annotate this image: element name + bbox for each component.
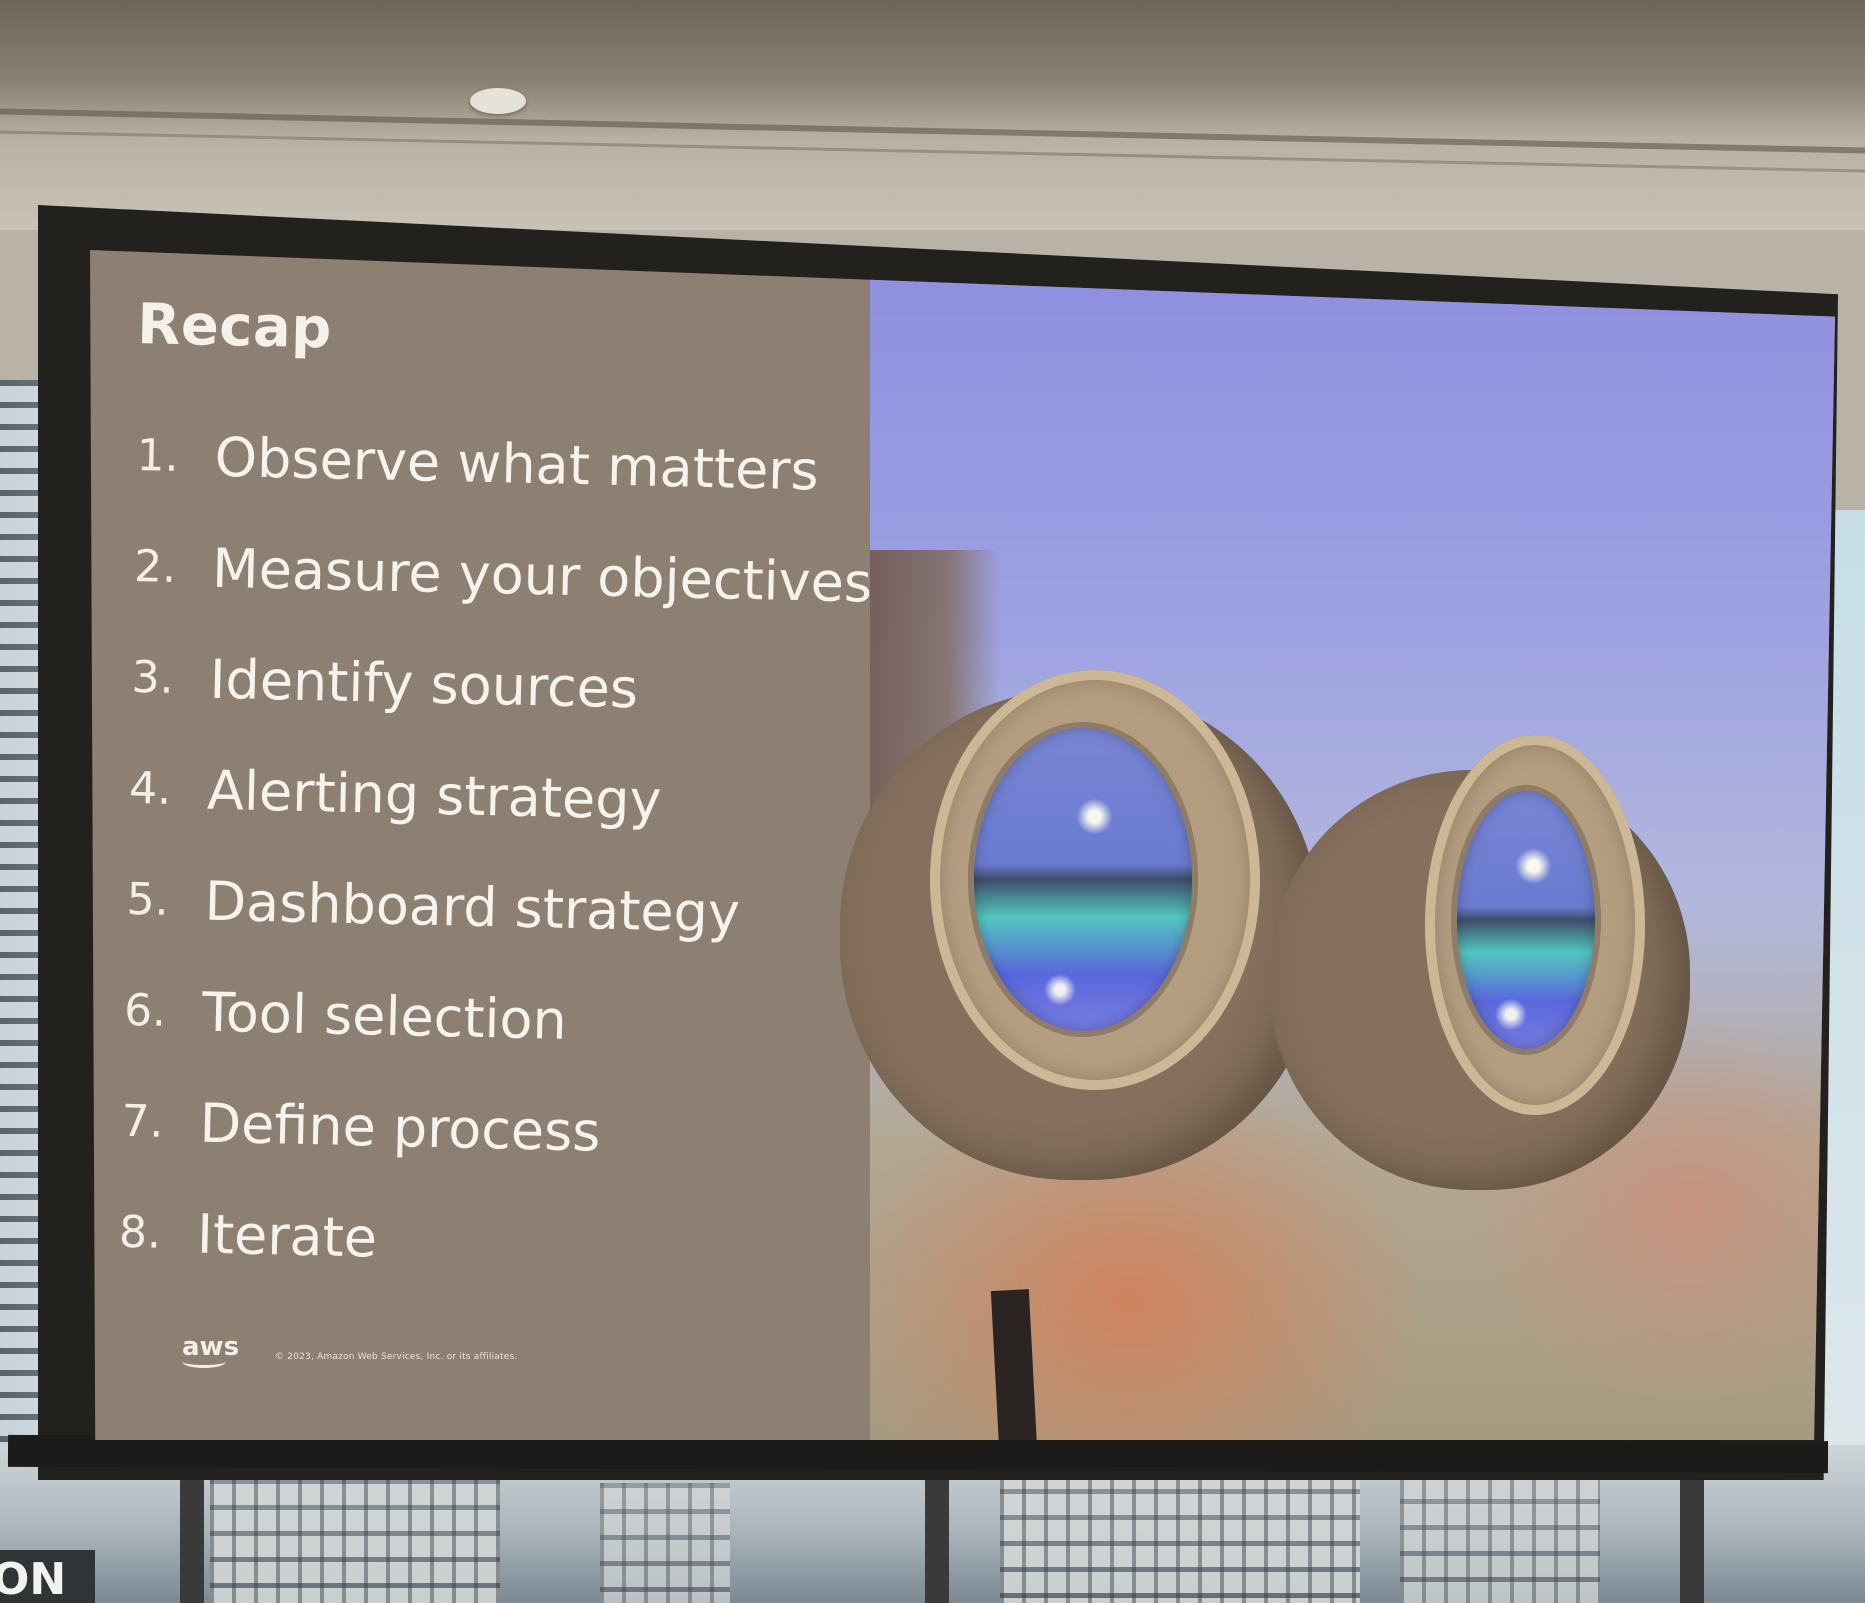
list-item-number: 4. bbox=[128, 762, 172, 815]
ceiling-track bbox=[0, 108, 1865, 154]
ceiling-light bbox=[470, 88, 526, 114]
binoculars-left-lens-rim bbox=[930, 670, 1260, 1090]
list-item-text: Observe what matters bbox=[214, 425, 820, 503]
presentation-slide: Recap 1. Observe what matters 2. Measure… bbox=[90, 250, 1835, 1440]
list-item: 5. Dashboard strategy bbox=[125, 844, 865, 972]
list-item: 4. Alerting strategy bbox=[128, 733, 868, 861]
list-item: 3. Identify sources bbox=[130, 622, 870, 750]
binoculars-right-lens-rim bbox=[1425, 735, 1645, 1115]
aws-logo-text: aws bbox=[182, 1332, 240, 1362]
binoculars-photo bbox=[840, 250, 1835, 1440]
screen-bottom-bar bbox=[7, 1434, 1829, 1474]
corner-sign-text: ON bbox=[0, 1554, 67, 1603]
list-item: 1. Observe what matters bbox=[135, 400, 875, 528]
binoculars-right-lens bbox=[1451, 785, 1601, 1055]
corner-sign: ON bbox=[0, 1550, 95, 1603]
copyright-text: © 2023, Amazon Web Services, Inc. or its… bbox=[275, 1352, 518, 1362]
ceiling bbox=[0, 0, 1865, 230]
list-item-text: Identify sources bbox=[208, 647, 639, 721]
list-item-text: Dashboard strategy bbox=[203, 869, 741, 945]
building bbox=[1400, 1473, 1600, 1603]
list-item-text: Define process bbox=[198, 1091, 602, 1164]
list-item: 8. Iterate bbox=[118, 1177, 858, 1305]
list-item-number: 2. bbox=[133, 540, 177, 593]
binoculars-strap bbox=[990, 1289, 1038, 1440]
slide-title: Recap bbox=[136, 292, 333, 362]
binoculars-left-lens bbox=[968, 722, 1198, 1037]
list-item-text: Iterate bbox=[196, 1202, 378, 1270]
building bbox=[1000, 1463, 1360, 1603]
list-item-number: 7. bbox=[121, 1095, 165, 1148]
list-item: 6. Tool selection bbox=[123, 955, 863, 1083]
ceiling-track-secondary bbox=[0, 130, 1865, 173]
list-item-number: 5. bbox=[126, 873, 170, 926]
list-item-number: 6. bbox=[123, 984, 167, 1037]
recap-list: 1. Observe what matters 2. Measure your … bbox=[118, 400, 876, 1305]
list-item-text: Tool selection bbox=[201, 980, 568, 1052]
list-item-text: Measure your objectives bbox=[211, 536, 873, 615]
list-item-number: 1. bbox=[136, 429, 180, 482]
list-item: 2. Measure your objectives bbox=[133, 511, 873, 639]
list-item-number: 3. bbox=[131, 651, 175, 704]
aws-logo: aws bbox=[182, 1332, 240, 1368]
list-item-text: Alerting strategy bbox=[206, 758, 663, 832]
list-item: 7. Define process bbox=[120, 1066, 860, 1194]
list-item-number: 8. bbox=[118, 1206, 162, 1259]
building bbox=[600, 1483, 730, 1603]
